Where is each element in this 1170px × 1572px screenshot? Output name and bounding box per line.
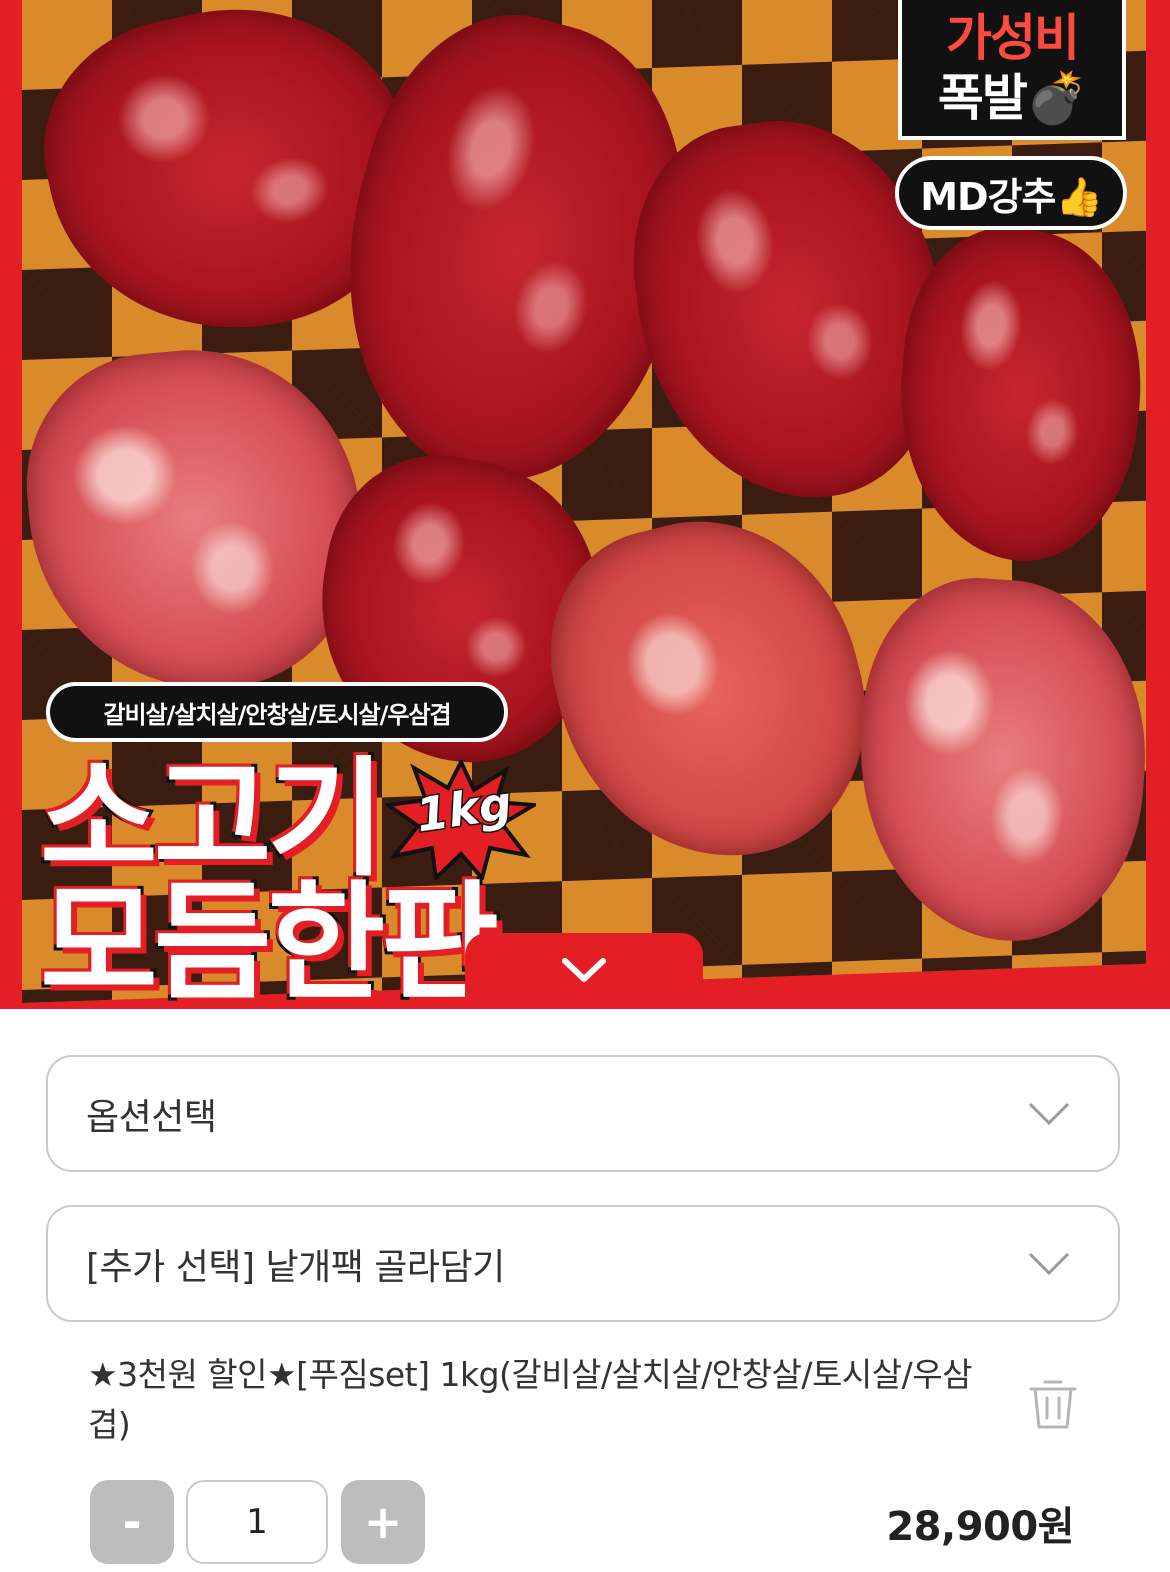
addon-select-label: [추가 선택] 낱개팩 골라담기 xyxy=(86,1246,505,1288)
quantity-decrease-button[interactable]: - xyxy=(90,1480,174,1564)
addon-select[interactable]: [추가 선택] 낱개팩 골라담기 xyxy=(46,1205,1120,1322)
value-badge: 가성비 폭발💣 xyxy=(898,0,1126,140)
quantity-increase-button[interactable]: + xyxy=(341,1480,425,1564)
option-select-label: 옵션선택 xyxy=(86,1096,217,1138)
chevron-down-icon xyxy=(1028,1102,1070,1125)
chevron-down-icon xyxy=(1028,1252,1070,1275)
selected-item-name: ★3천원 할인★[푸짐set] 1kg(갈비살/살치살/안창살/토시살/우삼겹) xyxy=(88,1355,972,1444)
md-recommend-badge: MD강추👍 xyxy=(895,156,1127,230)
item-price: 28,900원 xyxy=(886,1504,1074,1550)
trash-icon xyxy=(1029,1380,1077,1429)
quantity-input[interactable] xyxy=(186,1480,328,1564)
delete-item-button[interactable] xyxy=(1027,1376,1079,1432)
product-title-line2: 모듬한판 xyxy=(37,869,502,1009)
chevron-down-icon xyxy=(562,957,606,982)
value-badge-line1: 가성비 xyxy=(946,9,1080,67)
product-title-line1: 소고기 xyxy=(37,745,388,894)
option-select[interactable]: 옵션선택 xyxy=(46,1055,1120,1172)
expand-image-button[interactable] xyxy=(465,933,703,1008)
product-image: 가성비 폭발💣 MD강추👍 갈비살/살치살/안창살/토시살/우삼겹 1kg 소고… xyxy=(0,0,1170,1008)
divider xyxy=(0,1003,1170,1009)
value-badge-line2: 폭발💣 xyxy=(937,69,1088,127)
cuts-label: 갈비살/살치살/안창살/토시살/우삼겹 xyxy=(46,682,508,742)
